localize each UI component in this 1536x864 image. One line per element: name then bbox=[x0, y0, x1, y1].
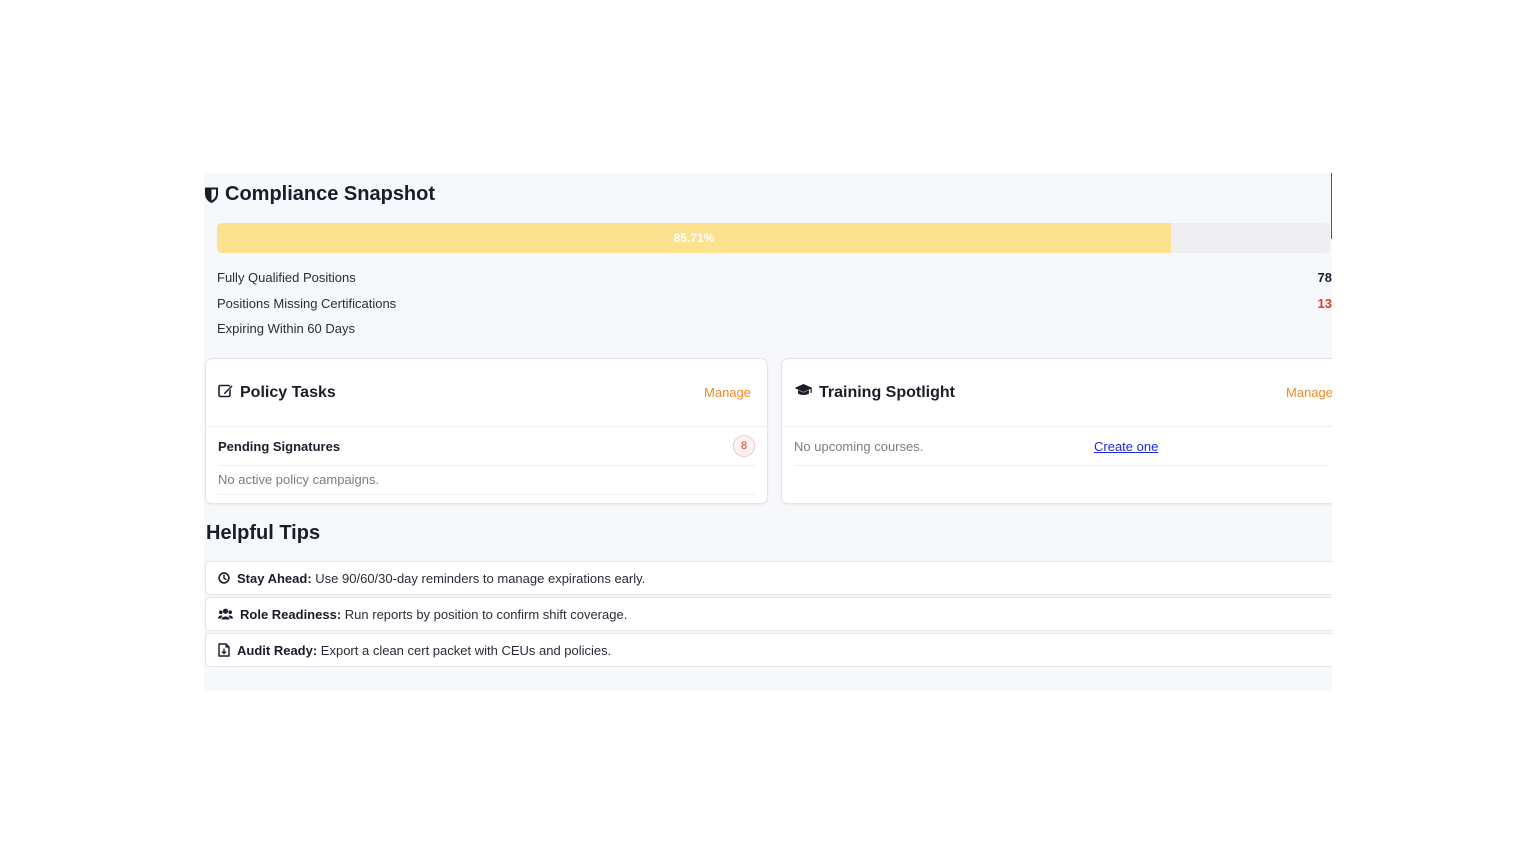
policy-tasks-card: Policy Tasks Manage Pending Signatures 8… bbox=[205, 358, 768, 504]
pending-count-badge: 8 bbox=[733, 435, 755, 457]
policy-manage-link[interactable]: Manage bbox=[704, 385, 751, 400]
tip-text: Stay Ahead: Use 90/60/30-day reminders t… bbox=[237, 571, 645, 586]
pending-signatures-row[interactable]: Pending Signatures 8 bbox=[218, 427, 755, 466]
compliance-panel: Compliance Snapshot 85.71% Fully Qualifi… bbox=[204, 173, 1332, 691]
tip-label: Stay Ahead: bbox=[237, 570, 312, 586]
card-body: Pending Signatures 8 No active policy ca… bbox=[206, 427, 767, 495]
tip-body: Export a clean cert packet with CEUs and… bbox=[320, 642, 612, 658]
stat-label: Positions Missing Certifications bbox=[217, 295, 397, 311]
tip-label: Role Readiness: bbox=[240, 606, 342, 622]
panel-divider bbox=[1331, 173, 1332, 239]
clock-icon bbox=[218, 572, 230, 584]
training-empty-row: No upcoming courses. Create one bbox=[794, 427, 1329, 466]
progress-label: 85.71% bbox=[673, 231, 715, 245]
training-empty-text: No upcoming courses. bbox=[794, 438, 924, 454]
policy-tasks-title: Policy Tasks bbox=[240, 383, 336, 401]
stat-label: Expiring Within 60 Days bbox=[217, 321, 355, 337]
training-spotlight-title: Training Spotlight bbox=[819, 383, 955, 401]
tips-list: Stay Ahead: Use 90/60/30-day reminders t… bbox=[205, 561, 1332, 669]
file-export-icon bbox=[218, 643, 230, 657]
pending-signatures-label: Pending Signatures bbox=[218, 438, 341, 454]
tip-body: Use 90/60/30-day reminders to manage exp… bbox=[315, 570, 646, 586]
card-header: Policy Tasks Manage bbox=[206, 359, 767, 427]
tip-body: Run reports by position to confirm shift… bbox=[344, 606, 628, 622]
create-course-link[interactable]: Create one bbox=[1094, 439, 1158, 454]
stat-value: 13 bbox=[1317, 295, 1332, 311]
snapshot-title-text: Compliance Snapshot bbox=[225, 183, 436, 205]
tip-text: Role Readiness: Run reports by position … bbox=[240, 607, 627, 622]
card-title: Policy Tasks bbox=[218, 383, 336, 403]
stat-label: Fully Qualified Positions bbox=[217, 270, 356, 286]
card-body: No upcoming courses. Create one bbox=[782, 427, 1332, 466]
compliance-progress-bar: 85.71% bbox=[217, 223, 1330, 253]
tip-role-readiness: Role Readiness: Run reports by position … bbox=[205, 597, 1332, 631]
users-icon bbox=[218, 608, 233, 620]
training-spotlight-card: Training Spotlight Manage No upcoming co… bbox=[781, 358, 1332, 504]
tip-stay-ahead: Stay Ahead: Use 90/60/30-day reminders t… bbox=[205, 561, 1332, 595]
card-title: Training Spotlight bbox=[794, 383, 955, 402]
stat-row-expiring: Expiring Within 60 Days bbox=[217, 316, 1332, 342]
stat-row-missing-certifications: Positions Missing Certifications 13 bbox=[217, 291, 1332, 317]
tip-text: Audit Ready: Export a clean cert packet … bbox=[237, 643, 611, 658]
tip-label: Audit Ready: bbox=[237, 642, 318, 658]
shield-icon bbox=[204, 186, 219, 204]
helpful-tips-title: Helpful Tips bbox=[206, 522, 321, 544]
stats-list: Fully Qualified Positions 78 Positions M… bbox=[217, 265, 1332, 342]
training-manage-link[interactable]: Manage bbox=[1286, 385, 1332, 400]
stat-value: 78 bbox=[1317, 270, 1332, 286]
card-header: Training Spotlight Manage bbox=[782, 359, 1332, 427]
snapshot-title: Compliance Snapshot bbox=[204, 183, 435, 206]
graduation-cap-icon bbox=[794, 383, 813, 402]
progress-fill: 85.71% bbox=[217, 223, 1171, 253]
policy-empty-text: No active policy campaigns. bbox=[218, 466, 755, 495]
edit-icon bbox=[218, 383, 234, 403]
stat-row-fully-qualified: Fully Qualified Positions 78 bbox=[217, 265, 1332, 291]
tip-audit-ready: Audit Ready: Export a clean cert packet … bbox=[205, 633, 1332, 667]
